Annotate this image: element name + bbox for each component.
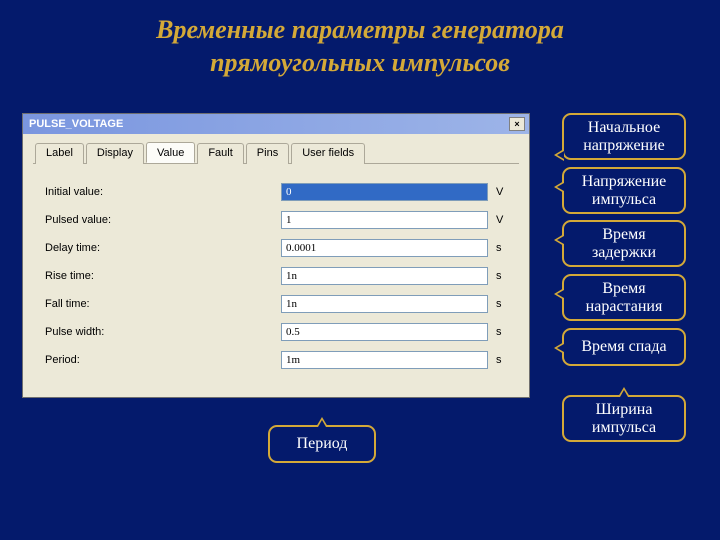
input-pulsed-value[interactable] — [281, 211, 488, 229]
dialog-body: Label Display Value Fault Pins User fiel… — [23, 134, 529, 390]
tab-value[interactable]: Value — [146, 142, 195, 163]
callout-delay-time: Время задержки — [562, 220, 686, 267]
unit-pulsed-value: V — [488, 214, 510, 226]
callout-tail-icon — [554, 288, 564, 300]
callout-tail-icon — [618, 387, 630, 397]
input-pulse-width[interactable] — [281, 323, 488, 341]
label-period: Period: — [39, 354, 281, 366]
label-rise-time: Rise time: — [39, 270, 281, 282]
tab-fault[interactable]: Fault — [197, 143, 243, 164]
row-rise-time: Rise time: s — [39, 262, 513, 290]
unit-initial-value: V — [488, 186, 510, 198]
callout-pulse-voltage: Напряжение импульса — [562, 167, 686, 214]
callout-tail-icon — [554, 149, 564, 161]
tabs: Label Display Value Fault Pins User fiel… — [33, 142, 519, 164]
row-initial-value: Initial value: V — [39, 178, 513, 206]
callout-fall-time-text: Время спада — [581, 338, 666, 355]
label-pulse-width: Pulse width: — [39, 326, 281, 338]
tab-userfields[interactable]: User fields — [291, 143, 365, 164]
pulse-voltage-dialog: PULSE_VOLTAGE × Label Display Value Faul… — [22, 113, 530, 398]
unit-fall-time: s — [488, 298, 510, 310]
callout-initial-voltage: Начальное напряжение — [562, 113, 686, 160]
title-line2: прямоугольных импульсов — [210, 48, 510, 77]
unit-delay-time: s — [488, 242, 510, 254]
close-button[interactable]: × — [509, 117, 525, 131]
callout-rise-time-text: Время нарастания — [586, 280, 663, 315]
unit-pulse-width: s — [488, 326, 510, 338]
input-fall-time[interactable] — [281, 295, 488, 313]
row-fall-time: Fall time: s — [39, 290, 513, 318]
label-delay-time: Delay time: — [39, 242, 281, 254]
callout-tail-icon — [554, 234, 564, 246]
dialog-titlebar: PULSE_VOLTAGE × — [23, 114, 529, 134]
callout-pulse-width-text: Ширина импульса — [592, 401, 656, 436]
row-pulse-width: Pulse width: s — [39, 318, 513, 346]
slide-title: Временные параметры генератора прямоугол… — [0, 0, 720, 87]
callout-period: Период — [268, 425, 376, 463]
dialog-title: PULSE_VOLTAGE — [29, 118, 123, 130]
row-pulsed-value: Pulsed value: V — [39, 206, 513, 234]
callout-tail-icon — [554, 181, 564, 193]
input-rise-time[interactable] — [281, 267, 488, 285]
row-delay-time: Delay time: s — [39, 234, 513, 262]
row-period: Period: s — [39, 346, 513, 374]
input-delay-time[interactable] — [281, 239, 488, 257]
tab-label[interactable]: Label — [35, 143, 84, 164]
callout-fall-time: Время спада — [562, 328, 686, 366]
label-initial-value: Initial value: — [39, 186, 281, 198]
close-icon: × — [514, 120, 519, 129]
callout-tail-icon — [316, 417, 328, 427]
unit-period: s — [488, 354, 510, 366]
tab-pins[interactable]: Pins — [246, 143, 289, 164]
callout-initial-voltage-text: Начальное напряжение — [583, 119, 665, 154]
value-form: Initial value: V Pulsed value: V Delay t… — [33, 164, 519, 380]
callout-delay-time-text: Время задержки — [592, 226, 656, 261]
label-fall-time: Fall time: — [39, 298, 281, 310]
callout-pulse-width: Ширина импульса — [562, 395, 686, 442]
callout-tail-icon — [554, 342, 564, 354]
input-period[interactable] — [281, 351, 488, 369]
label-pulsed-value: Pulsed value: — [39, 214, 281, 226]
callout-period-text: Период — [297, 435, 348, 452]
callout-pulse-voltage-text: Напряжение импульса — [582, 173, 667, 208]
callout-rise-time: Время нарастания — [562, 274, 686, 321]
input-initial-value[interactable] — [281, 183, 488, 201]
unit-rise-time: s — [488, 270, 510, 282]
title-line1: Временные параметры генератора — [156, 15, 564, 44]
tab-display[interactable]: Display — [86, 143, 144, 164]
